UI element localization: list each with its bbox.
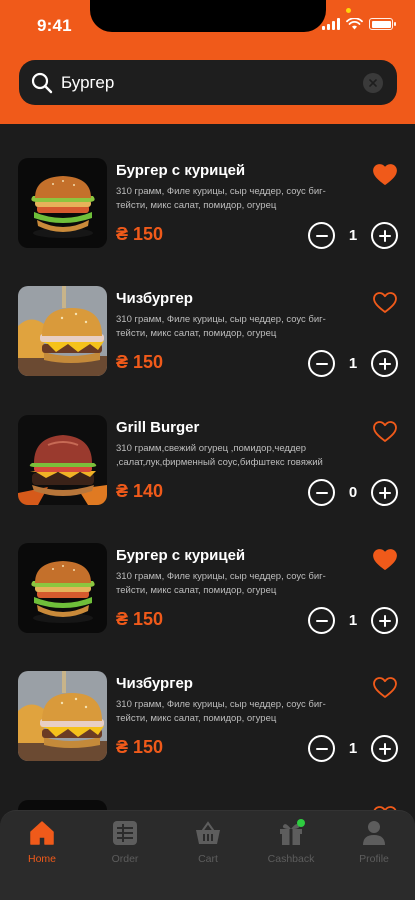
product-card[interactable]: Чизбургер 310 грамм, Филе курицы, сыр че… [18,286,403,378]
product-price: ₴ 150 [116,609,164,629]
quantity-stepper: 1 [308,735,398,762]
cellular-signal-icon [322,18,340,30]
quantity-stepper: 1 [308,607,398,634]
status-icons [322,18,396,30]
clear-icon [369,78,377,87]
search-icon [31,72,53,93]
nav-profile[interactable]: Profile [339,819,409,865]
decrease-quantity-button[interactable] [308,735,335,762]
nav-order[interactable]: Order [90,819,160,865]
product-title[interactable]: Чизбургер [116,675,193,692]
product-card[interactable]: Бургер с курицей 310 грамм, Филе курицы,… [18,543,403,635]
product-description: 310 грамм, Филе курицы, сыр чеддер, соус… [116,699,326,724]
home-icon [30,821,54,845]
quantity-value: 1 [348,227,358,244]
cart-icon [196,821,220,844]
product-card[interactable]: Grill Burger 310 грамм,свежий огурец ,по… [18,415,403,507]
product-title[interactable]: Чизбургер [116,290,193,307]
privacy-indicator-dot [346,8,351,13]
favorite-heart-icon[interactable] [373,164,397,186]
decrease-quantity-button[interactable] [308,607,335,634]
decrease-quantity-button[interactable] [308,222,335,249]
product-description: 310 грамм, Филе курицы, сыр чеддер, соус… [116,571,326,596]
product-list: Бургер с курицей 310 грамм, Филе курицы,… [0,124,415,810]
product-price: ₴ 140 [116,481,164,501]
header: 9:41 [0,0,415,124]
favorite-heart-icon[interactable] [373,421,397,443]
nav-label: Cashback [267,853,315,865]
quantity-value: 1 [348,355,358,372]
quantity-stepper: 0 [308,479,398,506]
nav-cart[interactable]: Cart [173,819,243,865]
favorite-heart-icon[interactable] [373,292,397,314]
favorite-heart-icon[interactable] [373,549,397,571]
nav-label: Cart [198,853,218,865]
increase-quantity-button[interactable] [371,479,398,506]
nav-label: Home [27,853,56,865]
chicken-burger-photo[interactable] [18,158,107,248]
order-icon [113,821,137,845]
increase-quantity-button[interactable] [371,607,398,634]
product-title[interactable]: Бургер с курицей [116,162,245,179]
cheeseburger-photo[interactable] [18,671,107,761]
product-description: 310 грамм,свежий огурец ,помидор,чеддер … [116,443,323,468]
product-price: ₴ 150 [116,224,164,244]
decrease-quantity-button[interactable] [308,350,335,377]
search-bar[interactable] [19,60,397,105]
nav-label: Profile [359,853,389,865]
favorite-heart-icon[interactable] [373,677,397,699]
quantity-stepper: 1 [308,222,398,249]
clear-search-button[interactable] [363,72,383,93]
decrease-quantity-button[interactable] [308,479,335,506]
nav-home[interactable]: Home [7,819,77,865]
quantity-value: 1 [348,612,358,629]
increase-quantity-button[interactable] [371,222,398,249]
search-input[interactable] [61,72,363,93]
product-price: ₴ 150 [116,352,164,372]
app-screen: 9:41 Бургер Бургер с курицей 310 грамм, … [0,0,415,900]
quantity-value: 0 [348,484,358,501]
product-description: 310 грамм, Филе курицы, сыр чеддер, соус… [116,314,326,339]
increase-quantity-button[interactable] [371,735,398,762]
nav-cashback[interactable]: Cashback [256,819,326,865]
increase-quantity-button[interactable] [371,350,398,377]
product-photo[interactable] [18,800,107,810]
product-card[interactable]: Чизбургер 310 грамм, Филе курицы, сыр че… [18,671,403,763]
gift-icon [280,819,305,845]
chicken-burger-photo[interactable] [18,543,107,633]
product-description: 310 грамм, Филе курицы, сыр чеддер, соус… [116,186,326,211]
battery-icon [369,18,396,30]
device-notch [90,0,326,32]
grill-burger-photo[interactable] [18,415,107,505]
product-card[interactable] [18,800,403,810]
profile-icon [363,821,385,845]
product-title[interactable]: Grill Burger [116,419,199,436]
product-title[interactable]: Бургер с курицей [116,547,245,564]
bottom-navigation: Home Order Cart Cashback Profile [0,810,415,900]
status-time: 9:41 [37,16,72,35]
product-price: ₴ 150 [116,737,164,757]
wifi-icon [346,18,363,30]
cheeseburger-photo[interactable] [18,286,107,376]
quantity-value: 1 [348,740,358,757]
quantity-stepper: 1 [308,350,398,377]
nav-label: Order [111,853,139,865]
status-bar: 9:41 [0,0,415,48]
product-card[interactable]: Бургер с курицей 310 грамм, Филе курицы,… [18,158,403,250]
